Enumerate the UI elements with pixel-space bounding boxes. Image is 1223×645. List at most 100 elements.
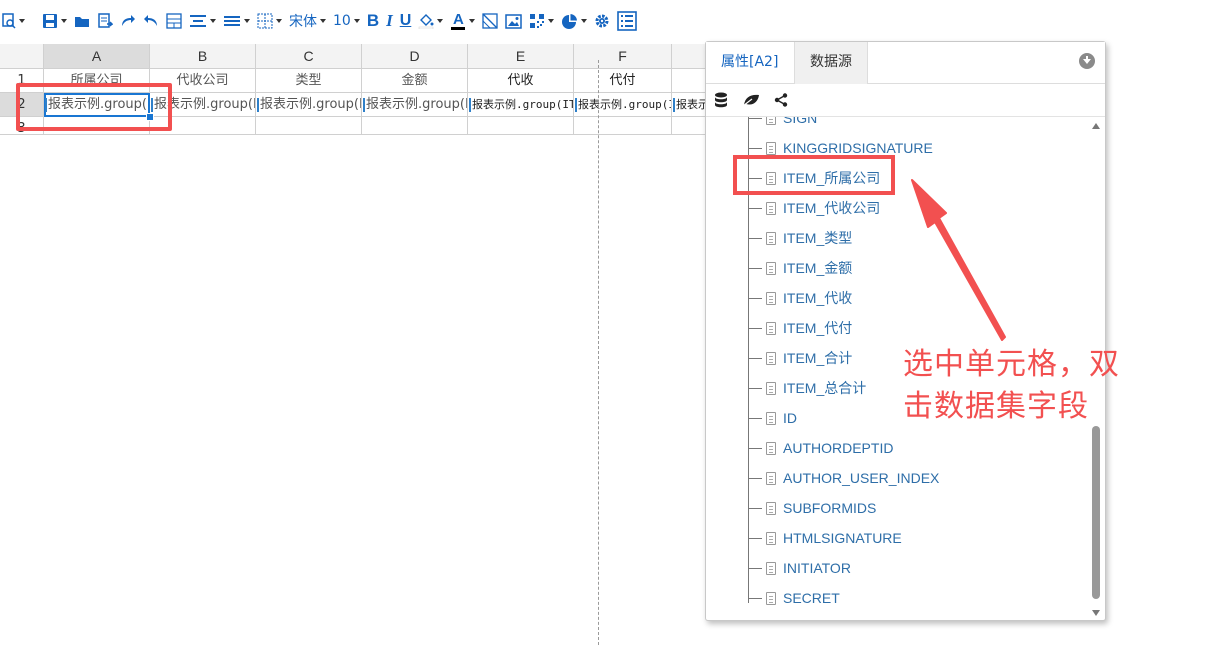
field-label: KINGGRIDSIGNATURE	[783, 140, 933, 156]
align-center-button[interactable]	[189, 10, 216, 32]
chevron-down-icon	[548, 19, 555, 23]
grid-cell[interactable]: 代收	[468, 69, 574, 93]
grid-cell[interactable]: 报表示例.group(IT	[468, 93, 574, 117]
tree-item[interactable]: SIGN	[748, 117, 817, 128]
share-icon[interactable]	[774, 93, 788, 107]
align-center-icon	[190, 15, 206, 27]
grid-cell[interactable]	[468, 117, 574, 135]
font-family-select[interactable]: 宋体	[289, 10, 326, 32]
open-button[interactable]	[74, 10, 91, 32]
grid-corner[interactable]	[0, 44, 44, 69]
column-header[interactable]: F	[574, 44, 672, 69]
clear-format-icon	[482, 13, 498, 29]
tree-item[interactable]: ITEM_合计	[748, 348, 852, 368]
italic-button[interactable]: I	[386, 10, 393, 32]
preview-button[interactable]	[2, 10, 25, 32]
column-header[interactable]: B	[150, 44, 256, 69]
field-doc-icon	[766, 531, 776, 545]
font-color-button[interactable]: A	[450, 10, 476, 32]
tab-properties[interactable]: 属性[A2]	[706, 42, 793, 83]
datasource-panel-button[interactable]	[617, 10, 638, 32]
chevron-down-icon	[581, 19, 588, 23]
field-doc-icon	[766, 561, 776, 575]
font-family-value: 宋体	[289, 14, 317, 30]
grid-cell[interactable]	[362, 117, 468, 135]
grid-cell[interactable]	[256, 117, 362, 135]
leaf-icon[interactable]	[742, 93, 760, 107]
tree-item[interactable]: ITEM_类型	[748, 228, 852, 248]
tree-item[interactable]: AUTHORDEPTID	[748, 438, 893, 458]
grid-cell[interactable]: 报表示例.group(I	[574, 93, 672, 117]
grid-cell[interactable]: 报表示例.group(I	[256, 93, 362, 117]
clear-format-button[interactable]	[482, 10, 498, 32]
field-doc-icon	[766, 291, 776, 305]
tree-item[interactable]: ITEM_代收公司	[748, 198, 880, 218]
tree-branch	[748, 147, 762, 149]
annotation-highlight-cell	[16, 83, 172, 131]
line-spacing-button[interactable]	[223, 10, 250, 32]
tree-branch	[748, 357, 762, 359]
tab-datasource[interactable]: 数据源	[794, 42, 868, 84]
bold-button[interactable]: B	[367, 10, 379, 32]
merge-cells-button[interactable]	[166, 10, 182, 32]
tree-branch	[748, 237, 762, 239]
svg-text:A: A	[453, 11, 464, 28]
scroll-thumb[interactable]	[1092, 426, 1100, 599]
settings-icon	[595, 14, 609, 28]
field-doc-icon	[766, 381, 776, 395]
tree-item[interactable]: ITEM_总合计	[748, 378, 866, 398]
field-label: ITEM_代收	[783, 290, 853, 306]
tree-branch	[748, 117, 762, 119]
image-icon	[505, 13, 523, 29]
tree-item[interactable]: ITEM_代付	[748, 318, 852, 338]
panel-toolbar	[706, 84, 1105, 117]
tree-item[interactable]: AUTHOR_USER_INDEX	[748, 468, 939, 488]
field-label: HTMLSIGNATURE	[783, 530, 902, 546]
chevron-down-icon	[320, 19, 326, 23]
insert-chart-button[interactable]	[561, 10, 588, 32]
column-header[interactable]: C	[256, 44, 362, 69]
tree-item[interactable]: SECRET	[748, 588, 840, 608]
column-header[interactable]: E	[468, 44, 574, 69]
scroll-down-icon[interactable]	[1092, 610, 1100, 616]
tree-branch	[748, 267, 762, 269]
fill-color-button[interactable]	[418, 10, 444, 32]
database-icon[interactable]	[714, 92, 728, 108]
qrcode-button[interactable]	[529, 10, 555, 32]
column-header[interactable]: D	[362, 44, 468, 69]
tree-item[interactable]: SUBFORMIDS	[748, 498, 876, 518]
chevron-down-icon	[19, 19, 25, 23]
grid-cell[interactable]: 代付	[574, 69, 672, 93]
annotation-text: 选中单元格，双击数据集字段	[903, 347, 1120, 424]
tree-item[interactable]: ITEM_代收	[748, 288, 852, 308]
field-doc-icon	[766, 501, 776, 515]
insert-image-button[interactable]	[505, 10, 523, 32]
field-label: ITEM_总合计	[783, 380, 867, 396]
column-header[interactable]: A	[44, 44, 150, 69]
scroll-up-icon[interactable]	[1092, 123, 1100, 129]
underline-button[interactable]: U	[400, 10, 412, 32]
export-button[interactable]	[98, 10, 113, 32]
tree-branch	[748, 507, 762, 509]
download-circle-icon[interactable]	[1079, 53, 1095, 69]
grid-cell[interactable]: 类型	[256, 69, 362, 93]
grid-cell[interactable]	[574, 117, 672, 135]
undo-icon	[144, 15, 157, 26]
tree-branch	[748, 417, 762, 419]
tree-item[interactable]: HTMLSIGNATURE	[748, 528, 902, 548]
tree-item[interactable]: INITIATOR	[748, 558, 851, 578]
borders-button[interactable]	[257, 10, 282, 32]
grid-cell[interactable]: 金额	[362, 69, 468, 93]
open-folder-icon	[75, 16, 89, 27]
save-button[interactable]	[42, 10, 67, 32]
redo-button[interactable]	[120, 10, 136, 32]
tree-item[interactable]: ITEM_金额	[748, 258, 852, 278]
tree-item[interactable]: ID	[748, 408, 797, 428]
settings-button[interactable]	[594, 10, 610, 32]
tree-branch	[748, 537, 762, 539]
line-spacing-icon	[224, 16, 240, 26]
font-size-select[interactable]: 10	[333, 10, 360, 32]
field-doc-icon	[766, 591, 776, 605]
grid-cell[interactable]: 报表示例.group(I	[362, 93, 468, 117]
undo-button[interactable]	[143, 10, 159, 32]
